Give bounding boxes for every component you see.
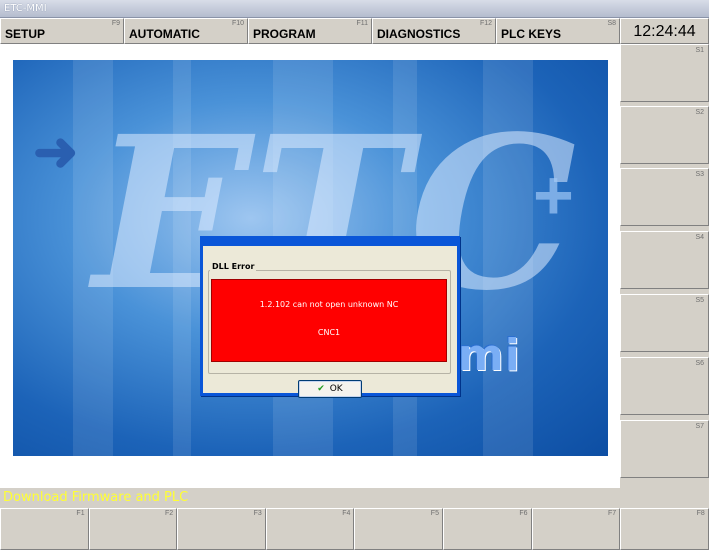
menu-plc-keys-label: PLC KEYS (501, 27, 562, 41)
softkey-s6-button[interactable]: S6 (620, 357, 709, 415)
clock-display: 12:24:44 (620, 18, 709, 44)
menu-program-fkey: F11 (356, 20, 368, 27)
softkey-f7-label: F7 (607, 510, 617, 517)
menu-setup-button[interactable]: SETUP F9 (0, 18, 124, 44)
title-bar: ETC-MMI (0, 0, 709, 18)
softkey-f8-label: F8 (696, 510, 705, 517)
softkey-s4-button[interactable]: S4 (620, 231, 709, 289)
ok-button[interactable]: ✔ OK (298, 380, 362, 398)
softkey-f5-button[interactable]: F5 (354, 508, 443, 550)
softkey-f8-button[interactable]: F8 (620, 508, 709, 550)
softkey-f7-button[interactable]: F7 (531, 508, 621, 550)
error-message-line2: CNC1 (317, 328, 341, 337)
ok-button-label: OK (329, 384, 343, 394)
side-softkey-bar: S1 S2 S3 S4 S5 S6 S7 (620, 44, 709, 488)
softkey-f2-button[interactable]: F2 (88, 508, 178, 550)
menu-plc-keys-button[interactable]: PLC KEYS S8 (496, 18, 620, 44)
softkey-f3-label: F3 (253, 510, 262, 517)
arrow-right-icon: ➜ (33, 122, 79, 182)
softkey-f6-label: F6 (519, 510, 528, 517)
softkey-f3-button[interactable]: F3 (177, 508, 266, 550)
softkey-f1-label: F1 (76, 510, 85, 517)
app-window: ETC-MMI SETUP F9 AUTOMATIC F10 PROGRAM F… (0, 0, 709, 550)
softkey-f1-button[interactable]: F1 (0, 508, 89, 550)
softkey-f4-label: F4 (342, 510, 351, 517)
menu-automatic-label: AUTOMATIC (129, 27, 200, 41)
dll-error-dialog: DLL Error 1.2.102 can not open unknown N… (200, 236, 460, 398)
menu-diagnostics-fkey: F12 (479, 20, 492, 27)
softkey-s5-label: S5 (695, 297, 704, 304)
softkey-s3-button[interactable]: S3 (620, 168, 709, 226)
status-message: Download Firmware and PLC (0, 488, 709, 508)
plus-icon: + (533, 156, 574, 234)
menu-diagnostics-button[interactable]: DIAGNOSTICS F12 (372, 18, 496, 44)
softkey-s1-button[interactable]: S1 (620, 44, 709, 102)
menu-program-button[interactable]: PROGRAM F11 (248, 18, 372, 44)
main-panel: ➜ ETC + mmi DLL Error 1.2.102 can not op… (0, 44, 620, 488)
softkey-s4-label: S4 (695, 234, 704, 241)
softkey-s7-button[interactable]: S7 (620, 420, 709, 478)
menu-plc-keys-fkey: S8 (607, 20, 616, 27)
error-group-label: DLL Error (210, 262, 257, 271)
error-message-line1: 1.2.102 can not open unknown NC (259, 300, 399, 309)
softkey-f2-label: F2 (165, 510, 174, 517)
softkey-s2-button[interactable]: S2 (620, 106, 709, 164)
softkey-f6-button[interactable]: F6 (442, 508, 532, 550)
error-message-box: 1.2.102 can not open unknown NC CNC1 (211, 279, 447, 362)
window-title: ETC-MMI (4, 3, 47, 14)
softkey-f5-label: F5 (430, 510, 439, 517)
menu-setup-label: SETUP (5, 27, 46, 41)
softkey-s3-label: S3 (695, 171, 704, 178)
softkey-s6-label: S6 (695, 360, 704, 367)
menu-setup-fkey: F9 (111, 20, 120, 27)
softkey-s5-button[interactable]: S5 (620, 294, 709, 352)
softkey-s2-label: S2 (695, 109, 704, 116)
menu-automatic-button[interactable]: AUTOMATIC F10 (124, 18, 248, 44)
softkey-s1-label: S1 (695, 47, 704, 54)
softkey-s7-label: S7 (695, 423, 704, 430)
softkey-f4-button[interactable]: F4 (265, 508, 355, 550)
menu-program-label: PROGRAM (253, 27, 316, 41)
checkmark-icon: ✔ (317, 384, 325, 394)
bottom-softkey-bar: F1 F2 F3 F4 F5 F6 F7 F8 (0, 508, 709, 550)
menu-automatic-fkey: F10 (231, 20, 244, 27)
menu-diagnostics-label: DIAGNOSTICS (377, 27, 461, 41)
top-menu-bar: SETUP F9 AUTOMATIC F10 PROGRAM F11 DIAGN… (0, 18, 620, 44)
